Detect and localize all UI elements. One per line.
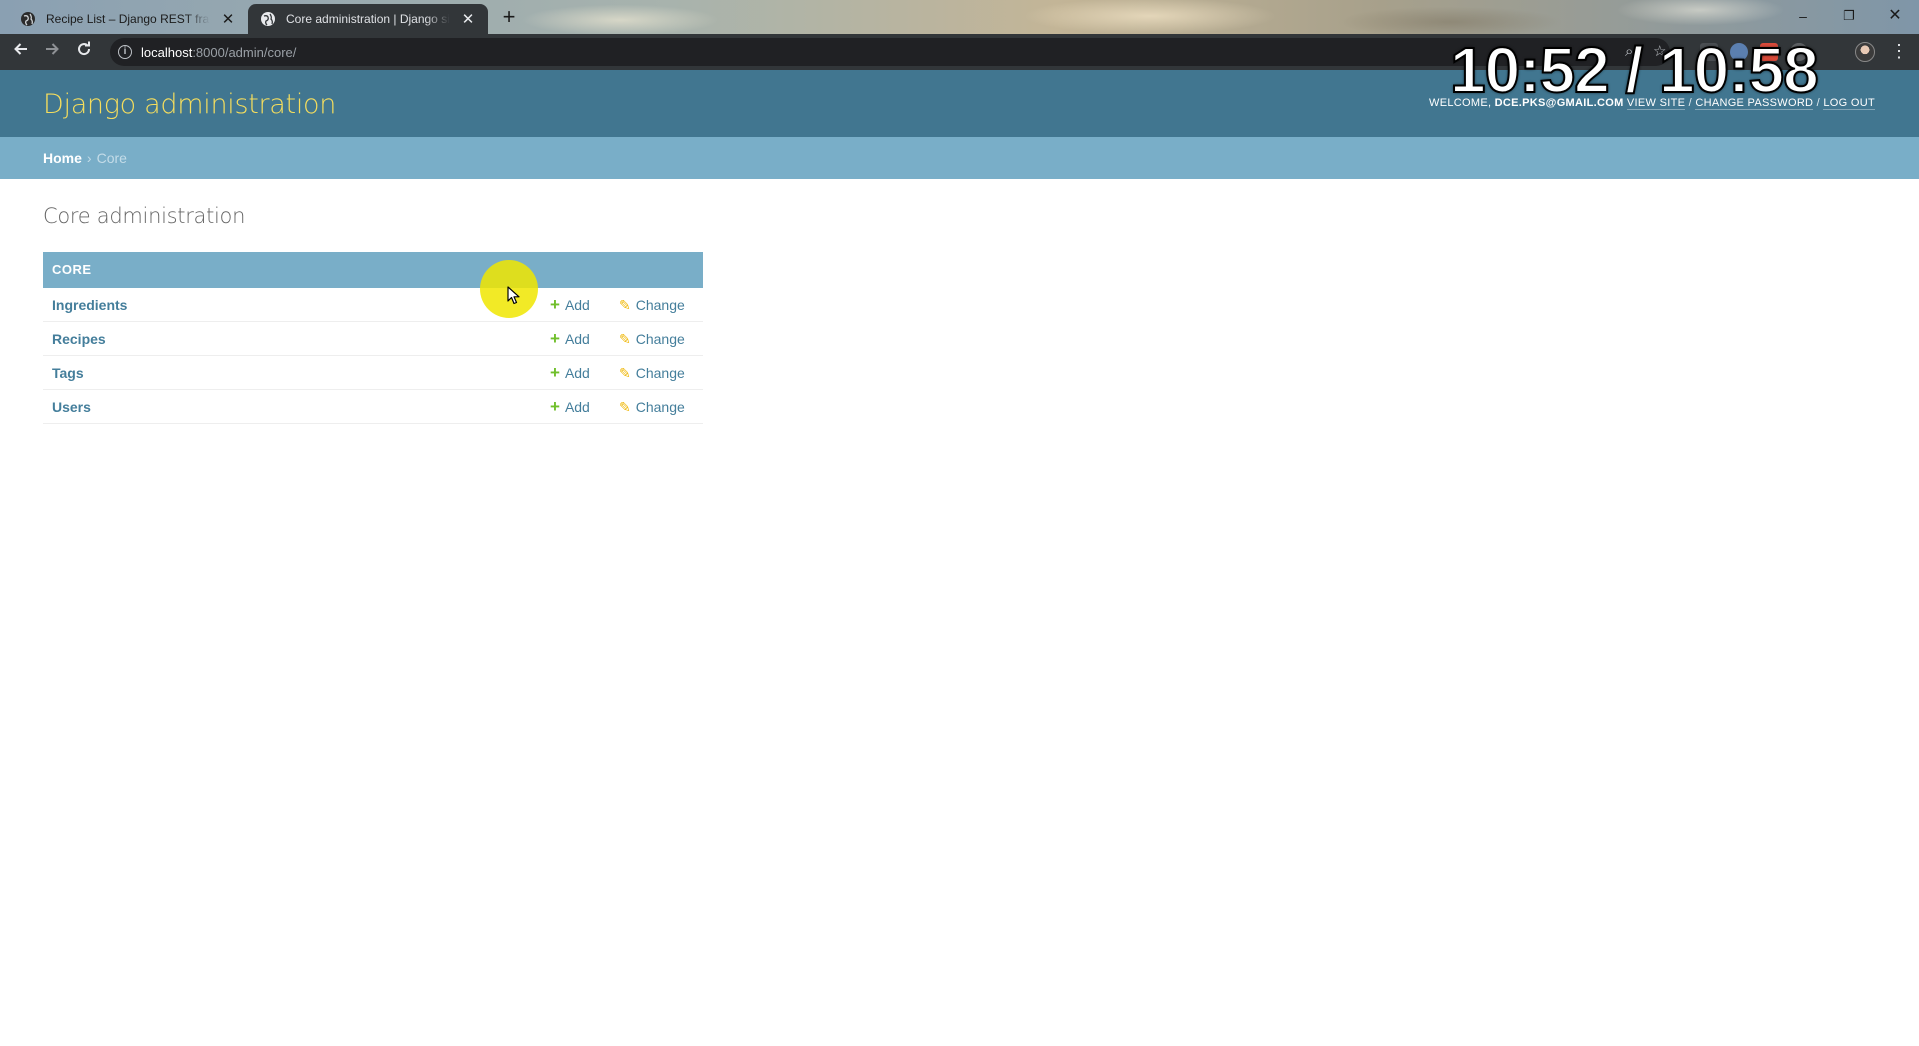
add-label: Add: [564, 296, 590, 313]
video-timer-overlay: 10:52 / 10:58: [1449, 33, 1820, 107]
pencil-icon: ✎: [619, 398, 631, 415]
module-caption-link[interactable]: CORE: [43, 252, 703, 288]
breadcrumb-separator: ›: [86, 150, 92, 166]
change-label: Change: [635, 364, 685, 381]
change-label: Change: [635, 330, 685, 347]
change-link[interactable]: ✎ Change: [619, 331, 685, 347]
reload-icon[interactable]: [72, 40, 96, 64]
url-host: localhost: [141, 44, 193, 60]
browser-menu-icon[interactable]: ⋮: [1890, 42, 1908, 60]
change-label: Change: [635, 398, 685, 415]
add-label: Add: [564, 364, 590, 381]
address-bar[interactable]: i localhost:8000/admin/core/: [110, 38, 1670, 66]
browser-tab-core-admin[interactable]: Core administration | Django site ✕: [248, 4, 488, 34]
model-link-users[interactable]: Users: [52, 399, 91, 415]
new-tab-button[interactable]: +: [497, 6, 521, 30]
log-out-link[interactable]: LOG OUT: [1823, 97, 1875, 110]
change-link[interactable]: ✎ Change: [619, 365, 685, 381]
model-row-recipes: Recipes + Add ✎ Change: [43, 322, 703, 356]
add-label: Add: [564, 398, 590, 415]
add-link[interactable]: + Add: [550, 396, 590, 416]
globe-icon: [261, 12, 275, 26]
model-link-tags[interactable]: Tags: [52, 365, 84, 381]
tab-title: Core administration | Django site: [286, 12, 450, 26]
tab-title: Recipe List – Django REST frame: [46, 12, 210, 26]
breadcrumb-home-link[interactable]: Home: [43, 150, 82, 166]
profile-avatar[interactable]: [1855, 42, 1875, 62]
app-module-core: CORE Ingredients + Add ✎ Change Recipes …: [43, 252, 703, 424]
maximize-button[interactable]: ❐: [1826, 4, 1872, 30]
add-label: Add: [564, 330, 590, 347]
change-label: Change: [635, 296, 685, 313]
url-text[interactable]: localhost:8000/admin/core/: [141, 45, 296, 60]
browser-tab-recipe-list[interactable]: Recipe List – Django REST frame ✕: [8, 4, 248, 34]
add-link[interactable]: + Add: [550, 328, 590, 348]
breadcrumb: Home › Core: [0, 137, 1919, 179]
breadcrumb-current: Core: [96, 150, 127, 166]
change-link[interactable]: ✎ Change: [619, 399, 685, 415]
plus-icon: +: [550, 328, 560, 348]
add-link[interactable]: + Add: [550, 294, 590, 314]
pencil-icon: ✎: [619, 330, 631, 347]
plus-icon: +: [550, 396, 560, 416]
back-arrow-icon[interactable]: [9, 40, 33, 64]
page-title: Core administration: [43, 204, 246, 228]
model-link-ingredients[interactable]: Ingredients: [52, 297, 127, 313]
model-row-ingredients: Ingredients + Add ✎ Change: [43, 288, 703, 322]
forward-arrow-icon[interactable]: [40, 40, 64, 64]
model-row-users: Users + Add ✎ Change: [43, 390, 703, 424]
add-link[interactable]: + Add: [550, 362, 590, 382]
model-link-recipes[interactable]: Recipes: [52, 331, 106, 347]
info-icon[interactable]: i: [118, 45, 132, 59]
close-window-button[interactable]: ✕: [1872, 4, 1918, 30]
site-branding[interactable]: Django administration: [43, 89, 336, 120]
minimize-button[interactable]: –: [1780, 4, 1826, 30]
plus-icon: +: [550, 294, 560, 314]
change-link[interactable]: ✎ Change: [619, 297, 685, 313]
close-tab-icon[interactable]: ✕: [460, 10, 476, 28]
pencil-icon: ✎: [619, 296, 631, 313]
model-row-tags: Tags + Add ✎ Change: [43, 356, 703, 390]
pencil-icon: ✎: [619, 364, 631, 381]
close-tab-icon[interactable]: ✕: [220, 10, 236, 28]
globe-icon: [21, 12, 35, 26]
plus-icon: +: [550, 362, 560, 382]
url-path: :8000/admin/core/: [192, 44, 297, 60]
mouse-cursor-icon: [507, 286, 520, 305]
browser-tabstrip: Recipe List – Django REST frame ✕ Core a…: [0, 0, 1919, 34]
